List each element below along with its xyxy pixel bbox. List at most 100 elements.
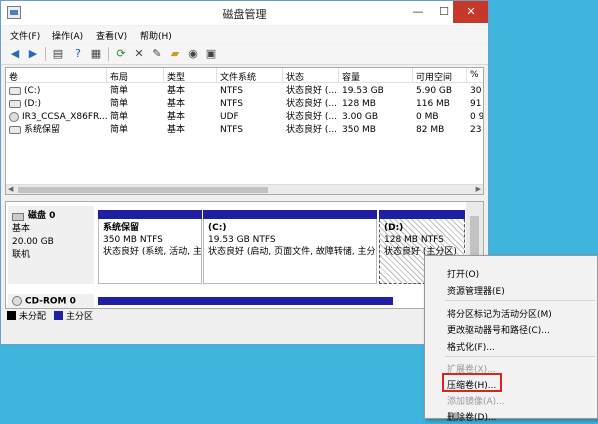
context-menu: 打开(O) 资源管理器(E) 将分区标记为活动分区(M) 更改驱动器号和路径(C… bbox=[424, 255, 598, 423]
cell-percent: 91 bbox=[470, 99, 482, 109]
scrollbar-thumb[interactable] bbox=[18, 187, 268, 193]
menu-separator bbox=[445, 356, 595, 357]
cell-free-space: 82 MB bbox=[416, 125, 445, 135]
partition-status: 状态良好 (系统, 活动, 主 bbox=[103, 247, 202, 257]
refresh-icon[interactable]: ⟳ bbox=[114, 47, 128, 61]
cell-layout: 简单 bbox=[110, 125, 129, 135]
disk-0-info[interactable]: 磁盘 0 基本 20.00 GB 联机 bbox=[8, 206, 94, 284]
forward-icon[interactable]: ▶ bbox=[26, 47, 40, 61]
partition-c[interactable]: (C:) 19.53 GB NTFS 状态良好 (启动, 页面文件, 故障转储,… bbox=[203, 210, 377, 284]
cell-layout: 简单 bbox=[110, 86, 129, 96]
toolbar-separator bbox=[108, 47, 109, 61]
column-header-status[interactable]: 状态 bbox=[283, 68, 339, 83]
minimize-button[interactable]: — bbox=[405, 1, 431, 23]
scroll-right-icon[interactable]: ▶ bbox=[476, 185, 481, 193]
menu-item-explore[interactable]: 资源管理器(E) bbox=[447, 284, 505, 298]
title-bar[interactable]: 磁盘管理 — ☐ ✕ bbox=[1, 1, 488, 25]
column-header-filesystem[interactable]: 文件系统 bbox=[217, 68, 283, 83]
cell-status: 状态良好 (... bbox=[286, 86, 337, 96]
cd-drive-icon bbox=[12, 296, 22, 306]
unallocated-swatch bbox=[7, 310, 16, 320]
partition-size: 19.53 GB NTFS bbox=[208, 235, 276, 245]
help-icon[interactable]: ? bbox=[71, 47, 85, 61]
properties-icon[interactable]: ▦ bbox=[89, 47, 103, 61]
table-row-volume[interactable]: (D:) bbox=[6, 98, 107, 111]
column-header-free-space[interactable]: 可用空间 bbox=[413, 68, 467, 83]
partition-title: (C:) bbox=[208, 223, 227, 233]
cell-layout: 简单 bbox=[110, 112, 129, 122]
legend-unallocated: 未分配 bbox=[19, 311, 47, 322]
column-header-percent[interactable]: % bbox=[467, 68, 483, 83]
menu-item-open[interactable]: 打开(O) bbox=[447, 267, 479, 281]
cell-capacity: 19.53 GB bbox=[342, 86, 384, 96]
drive-icon bbox=[9, 99, 21, 108]
cd-drive-icon bbox=[9, 111, 19, 122]
menu-item-delete-volume[interactable]: 删除卷(D)... bbox=[447, 410, 497, 424]
table-row-volume[interactable]: IR3_CCSA_X86FR... bbox=[6, 111, 107, 124]
menu-item-add-mirror[interactable]: 添加镜像(A)... bbox=[447, 394, 505, 408]
menu-file[interactable]: 文件(F) bbox=[10, 29, 40, 42]
legend: 未分配 主分区 bbox=[7, 309, 94, 322]
cell-filesystem: NTFS bbox=[220, 99, 243, 109]
settings-icon[interactable]: ▣ bbox=[204, 47, 218, 61]
cell-type: 基本 bbox=[167, 125, 186, 135]
open-folder-icon[interactable]: ▰ bbox=[168, 47, 182, 61]
scroll-left-icon[interactable]: ◀ bbox=[8, 185, 13, 193]
cdrom-partition-bar[interactable] bbox=[98, 297, 393, 305]
menu-help[interactable]: 帮助(H) bbox=[140, 29, 172, 42]
partition-system-reserved[interactable]: 系统保留 350 MB NTFS 状态良好 (系统, 活动, 主 bbox=[98, 210, 202, 284]
search-icon[interactable]: ◉ bbox=[186, 47, 200, 61]
disk-type: 基本 bbox=[12, 224, 31, 234]
back-icon[interactable]: ◀ bbox=[8, 47, 22, 61]
cell-capacity: 350 MB bbox=[342, 125, 376, 135]
delete-icon[interactable]: ✕ bbox=[132, 47, 146, 61]
cell-capacity: 128 MB bbox=[342, 99, 376, 109]
column-header-volume[interactable]: 卷 bbox=[6, 68, 107, 83]
cdrom-info[interactable]: CD-ROM 0 bbox=[8, 294, 94, 308]
menu-item-mark-active[interactable]: 将分区标记为活动分区(M) bbox=[447, 307, 552, 321]
partition-title: 系统保留 bbox=[103, 223, 140, 233]
menu-view[interactable]: 查看(V) bbox=[96, 29, 127, 42]
disk-graph-view: 磁盘 0 基本 20.00 GB 联机 系统保留 350 MB NTFS 状态良… bbox=[5, 201, 484, 309]
legend-primary: 主分区 bbox=[66, 311, 94, 322]
primary-partition-bar bbox=[203, 210, 377, 219]
disk-name: 磁盘 0 bbox=[28, 211, 56, 221]
cell-type: 基本 bbox=[167, 99, 186, 109]
menu-action[interactable]: 操作(A) bbox=[52, 29, 83, 42]
volume-name: IR3_CCSA_X86FR... bbox=[22, 112, 107, 122]
cell-layout: 简单 bbox=[110, 99, 129, 109]
cell-status: 状态良好 (... bbox=[286, 112, 337, 122]
cell-filesystem: UDF bbox=[220, 112, 239, 122]
new-icon[interactable]: ✎ bbox=[150, 47, 164, 61]
partition-title: (D:) bbox=[384, 223, 404, 233]
cell-filesystem: NTFS bbox=[220, 125, 243, 135]
cell-percent: 0 9 bbox=[470, 112, 484, 122]
column-header-layout[interactable]: 布局 bbox=[107, 68, 164, 83]
cell-status: 状态良好 (... bbox=[286, 99, 337, 109]
close-button[interactable]: ✕ bbox=[453, 1, 488, 23]
cell-capacity: 3.00 GB bbox=[342, 112, 379, 122]
console-tree-icon[interactable]: ▤ bbox=[51, 47, 65, 61]
table-row-volume[interactable]: 系统保留 bbox=[6, 124, 107, 137]
primary-partition-bar bbox=[379, 210, 465, 219]
horizontal-scrollbar[interactable]: ◀ ▶ bbox=[6, 184, 483, 194]
menu-separator bbox=[445, 300, 595, 301]
cell-status: 状态良好 (... bbox=[286, 125, 337, 135]
column-header-type[interactable]: 类型 bbox=[164, 68, 217, 83]
cell-percent: 30 bbox=[470, 86, 482, 96]
disk-management-window: 磁盘管理 — ☐ ✕ 文件(F) 操作(A) 查看(V) 帮助(H) ◀ ▶ ▤… bbox=[0, 0, 489, 345]
cdrom-name: CD-ROM 0 bbox=[25, 296, 76, 307]
menu-item-format[interactable]: 格式化(F)... bbox=[447, 340, 495, 354]
menu-item-change-drive-letter[interactable]: 更改驱动器号和路径(C)... bbox=[447, 323, 550, 337]
partition-status: 状态良好 (启动, 页面文件, 故障转储, 主分 bbox=[208, 247, 376, 257]
cell-filesystem: NTFS bbox=[220, 86, 243, 96]
toolbar-separator bbox=[45, 47, 46, 61]
partition-size: 350 MB NTFS bbox=[103, 235, 163, 245]
volume-list: 卷 布局 类型 文件系统 状态 容量 可用空间 % (C:) 简单 基本 NTF… bbox=[5, 67, 484, 195]
menu-bar: 文件(F) 操作(A) 查看(V) 帮助(H) bbox=[1, 26, 488, 43]
cell-free-space: 116 MB bbox=[416, 99, 450, 109]
table-row-volume[interactable]: (C:) bbox=[6, 85, 107, 98]
primary-swatch bbox=[54, 310, 64, 320]
column-header-capacity[interactable]: 容量 bbox=[339, 68, 413, 83]
volume-name: (C:) bbox=[24, 86, 41, 96]
